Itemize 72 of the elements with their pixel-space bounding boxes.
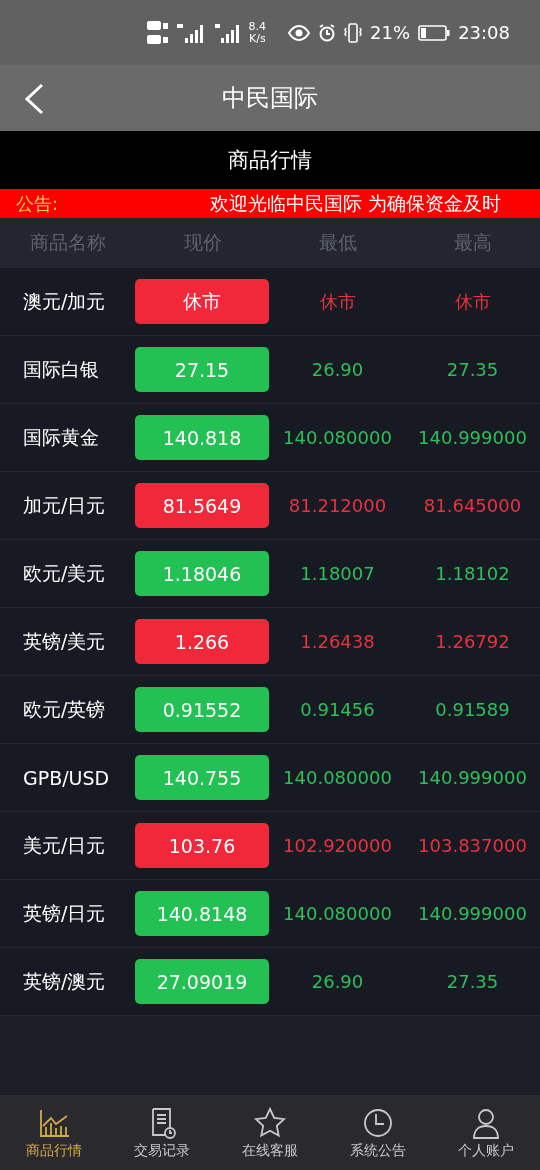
quote-row[interactable]: 国际黄金 140.818 140.080000 140.999000 — [0, 404, 540, 472]
low-price: 26.90 — [311, 971, 364, 992]
quote-row[interactable]: 国际白银 27.15 26.90 27.35 — [0, 336, 540, 404]
low-price: 81.212000 — [288, 495, 387, 516]
product-name: 美元/日元 — [22, 832, 107, 858]
column-heading: 最低 — [318, 230, 357, 255]
product-name: 国际白银 — [22, 356, 100, 382]
quote-row[interactable]: 欧元/美元 1.18046 1.18007 1.18102 — [0, 540, 540, 608]
nav-tab[interactable]: 交易记录 — [108, 1095, 216, 1170]
app-title: 中民国际 — [222, 83, 318, 114]
clock-time: 23:08 — [458, 22, 510, 43]
high-price: 1.18102 — [435, 563, 510, 584]
price-badge[interactable]: 81.5649 — [135, 483, 269, 528]
low-price: 1.18007 — [300, 563, 375, 584]
notice-label: 公告: — [16, 191, 60, 216]
high-price: 103.837000 — [418, 835, 527, 856]
section-title: 商品行情 — [228, 147, 312, 174]
product-name: 澳元/加元 — [22, 288, 107, 314]
product-name: 英镑/澳元 — [22, 968, 107, 994]
speed-unit: K/s — [249, 32, 266, 45]
column-heading: 商品名称 — [29, 230, 106, 255]
product-name: 欧元/英镑 — [22, 696, 107, 722]
product-name: 英镑/日元 — [22, 900, 107, 926]
back-icon[interactable] — [22, 83, 46, 115]
quote-row[interactable]: 澳元/加元 休市 休市 休市 — [0, 268, 540, 336]
star-icon — [253, 1105, 287, 1140]
signal-icon — [214, 21, 241, 44]
quote-row[interactable]: 英镑/日元 140.8148 140.080000 140.999000 — [0, 880, 540, 948]
price-badge[interactable]: 休市 — [135, 279, 269, 324]
price-badge[interactable]: 1.266 — [135, 619, 269, 664]
eye-icon — [288, 24, 311, 41]
vibrate-icon — [344, 22, 363, 43]
alarm-icon — [318, 23, 337, 42]
high-price: 0.91589 — [435, 699, 510, 720]
battery-icon — [418, 24, 451, 41]
quote-row[interactable]: GPB/USD 140.755 140.080000 140.999000 — [0, 744, 540, 812]
notice-text: 欢迎光临中民国际 为确保资金及时 — [210, 190, 502, 216]
quote-row[interactable]: 欧元/英镑 0.91552 0.91456 0.91589 — [0, 676, 540, 744]
high-price: 140.999000 — [418, 767, 527, 788]
low-price: 140.080000 — [283, 903, 392, 924]
network-speed: 8.4 — [248, 20, 267, 33]
product-name: 加元/日元 — [22, 492, 107, 518]
low-price: 26.90 — [311, 359, 364, 380]
column-heading: 最高 — [453, 230, 492, 255]
quote-row[interactable]: 美元/日元 103.76 102.920000 103.837000 — [0, 812, 540, 880]
price-badge[interactable]: 103.76 — [135, 823, 269, 868]
nav-tab[interactable]: 系统公告 — [324, 1095, 432, 1170]
battery-percent: 21% — [370, 22, 411, 43]
quote-row[interactable]: 英镑/美元 1.266 1.26438 1.26792 — [0, 608, 540, 676]
nav-tab[interactable]: 在线客服 — [216, 1095, 324, 1170]
high-price: 1.26792 — [435, 631, 510, 652]
product-name: GPB/USD — [22, 766, 111, 789]
product-name: 英镑/美元 — [22, 628, 107, 654]
low-price: 140.080000 — [283, 767, 392, 788]
low-price: 1.26438 — [300, 631, 375, 652]
quote-row[interactable]: 英镑/澳元 27.09019 26.90 27.35 — [0, 948, 540, 1016]
low-price: 140.080000 — [283, 427, 392, 448]
nav-tab[interactable]: 商品行情 — [0, 1095, 108, 1170]
high-price: 27.35 — [446, 971, 499, 992]
low-price: 102.920000 — [283, 835, 392, 856]
high-price: 27.35 — [446, 359, 499, 380]
high-price: 休市 — [454, 289, 491, 314]
low-price: 0.91456 — [300, 699, 375, 720]
quote-row[interactable]: 加元/日元 81.5649 81.212000 81.645000 — [0, 472, 540, 540]
low-price: 休市 — [319, 289, 356, 314]
nav-tab[interactable]: 个人账户 — [432, 1095, 540, 1170]
product-name: 欧元/美元 — [22, 560, 107, 586]
column-heading: 现价 — [183, 230, 222, 255]
product-name: 国际黄金 — [22, 424, 100, 450]
high-price: 140.999000 — [418, 427, 527, 448]
high-price: 140.999000 — [418, 903, 527, 924]
high-price: 81.645000 — [423, 495, 522, 516]
